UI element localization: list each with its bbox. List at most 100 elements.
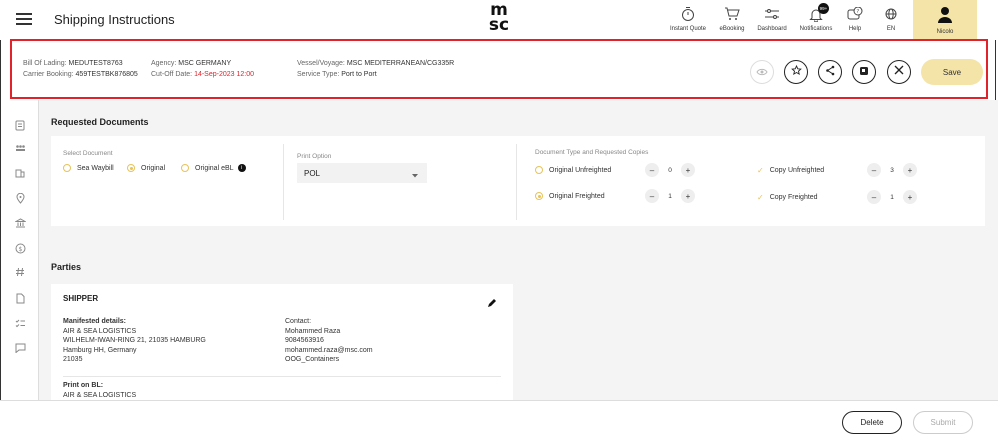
minus-icon[interactable]: – bbox=[867, 190, 881, 204]
page-title: Shipping Instructions bbox=[54, 12, 175, 27]
vessel-value: MSC MEDITERRANEAN/CG335R bbox=[346, 60, 455, 67]
agency-value: MSC GERMANY bbox=[178, 60, 232, 67]
nav-ebooking[interactable]: eBooking bbox=[714, 0, 750, 40]
delete-button[interactable]: Delete bbox=[842, 411, 902, 434]
sidebar-location-icon[interactable] bbox=[14, 192, 26, 204]
nav-dashboard[interactable]: Dashboard bbox=[752, 0, 792, 40]
radio-icon bbox=[535, 166, 543, 174]
print-option-label: Print Option bbox=[297, 153, 332, 160]
sidebar-comment-icon[interactable] bbox=[14, 342, 26, 354]
hamburger-menu-icon[interactable] bbox=[16, 13, 32, 25]
carrier-booking-value: 459TESTBK876805 bbox=[75, 71, 138, 78]
stopwatch-icon bbox=[679, 5, 697, 23]
contact-details: Contact: Mohammed Raza 9084563916 mohamm… bbox=[285, 318, 373, 363]
original-unfreighted-option[interactable]: Original Unfreighted bbox=[535, 166, 611, 174]
document-icon bbox=[859, 63, 869, 81]
svg-text:?: ? bbox=[857, 9, 860, 15]
copy-freighted-stepper[interactable]: –1 + bbox=[867, 190, 917, 204]
eye-icon bbox=[756, 63, 768, 81]
edit-pencil-icon[interactable] bbox=[487, 295, 497, 313]
print-option-value: POL bbox=[304, 169, 321, 178]
shipper-title: SHIPPER bbox=[63, 294, 99, 303]
user-name: Nicolo bbox=[936, 29, 954, 35]
close-icon bbox=[893, 63, 905, 81]
share-button[interactable] bbox=[818, 60, 842, 84]
sidebar-documents-icon[interactable] bbox=[14, 119, 26, 131]
minus-icon[interactable]: – bbox=[867, 163, 881, 177]
plus-icon[interactable]: + bbox=[903, 190, 917, 204]
chevron-down-icon bbox=[412, 171, 418, 180]
requested-documents-card: Select Document Sea Waybill Original Ori… bbox=[51, 136, 985, 226]
nav-label: EN bbox=[886, 26, 896, 32]
radio-sea-waybill[interactable]: Sea Waybill bbox=[63, 164, 114, 172]
check-icon: ✓ bbox=[757, 166, 764, 175]
divider bbox=[516, 144, 517, 220]
save-button[interactable]: Save bbox=[921, 59, 983, 85]
vessel-info: Vessel/Voyage: MSC MEDITERRANEAN/CG335R … bbox=[297, 60, 455, 78]
nav-notifications[interactable]: 99+ Notifications bbox=[794, 0, 838, 40]
plus-icon[interactable]: + bbox=[903, 163, 917, 177]
nav-instant-quote[interactable]: Instant Quote bbox=[666, 0, 710, 40]
check-icon: ✓ bbox=[757, 193, 764, 202]
plus-icon[interactable]: + bbox=[681, 189, 695, 203]
divider bbox=[63, 376, 501, 377]
copy-unfreighted-stepper[interactable]: –3 + bbox=[867, 163, 917, 177]
submit-button[interactable]: Submit bbox=[913, 411, 973, 434]
preview-button[interactable] bbox=[750, 60, 774, 84]
original-freighted-stepper[interactable]: –1 + bbox=[645, 189, 695, 203]
sidebar-parties-icon[interactable] bbox=[14, 142, 26, 154]
notification-badge: 99+ bbox=[818, 3, 829, 14]
parties-heading: Parties bbox=[51, 262, 82, 272]
sidebar-dollar-icon[interactable]: $ bbox=[14, 242, 26, 254]
help-icon: ? bbox=[846, 5, 864, 23]
user-icon bbox=[937, 6, 953, 26]
bol-value: MEDUTEST8763 bbox=[68, 60, 123, 67]
shipment-info-bar: Bill Of Lading: MEDUTEST8763 Carrier Boo… bbox=[10, 39, 988, 99]
copy-freighted-option[interactable]: ✓ Copy Freighted bbox=[757, 193, 818, 202]
sidebar-checklist-icon[interactable] bbox=[14, 317, 26, 329]
copy-unfreighted-option[interactable]: ✓ Copy Unfreighted bbox=[757, 166, 824, 175]
sidebar-building-icon[interactable] bbox=[14, 167, 26, 179]
bol-info: Bill Of Lading: MEDUTEST8763 Carrier Boo… bbox=[23, 60, 138, 78]
star-icon bbox=[790, 63, 802, 81]
minus-icon[interactable]: – bbox=[645, 189, 659, 203]
minus-icon[interactable]: – bbox=[645, 163, 659, 177]
plus-icon[interactable]: + bbox=[681, 163, 695, 177]
nav-language[interactable]: EN bbox=[880, 0, 902, 40]
cutoff-date-value: 14-Sep-2023 12:00 bbox=[194, 71, 254, 78]
top-header: Shipping Instructions m sc Instant Quote … bbox=[0, 0, 998, 40]
favorite-button[interactable] bbox=[784, 60, 808, 84]
nav-label: Dashboard bbox=[757, 26, 787, 32]
globe-icon bbox=[882, 5, 900, 23]
agency-info: Agency: MSC GERMANY Cut-Off Date: 14-Sep… bbox=[151, 60, 254, 78]
bell-icon: 99+ bbox=[807, 3, 829, 23]
radio-icon bbox=[63, 164, 71, 172]
user-menu[interactable]: Nicolo bbox=[913, 0, 977, 40]
manifested-details: Manifested details: AIR & SEA LOGISTICS … bbox=[63, 318, 206, 363]
svg-text:$: $ bbox=[18, 246, 22, 253]
nav-help[interactable]: ? Help bbox=[842, 0, 868, 40]
sidebar-hash-icon[interactable] bbox=[14, 266, 26, 278]
sidebar-file-icon[interactable] bbox=[14, 292, 26, 304]
select-document-label: Select Document bbox=[63, 150, 113, 157]
sidebar-bank-icon[interactable] bbox=[14, 217, 26, 229]
print-option-select[interactable]: POL bbox=[297, 163, 427, 183]
document-button[interactable] bbox=[852, 60, 876, 84]
nav-label: Help bbox=[848, 26, 862, 32]
bottom-action-bar: Delete Submit bbox=[0, 400, 998, 443]
info-icon[interactable]: i bbox=[237, 164, 246, 172]
nav-label: eBooking bbox=[719, 26, 745, 32]
original-unfreighted-stepper[interactable]: –0 + bbox=[645, 163, 695, 177]
radio-icon bbox=[535, 192, 543, 200]
requested-documents-heading: Requested Documents bbox=[51, 117, 149, 127]
print-on-bl: Print on BL: AIR & SEA LOGISTICS bbox=[63, 382, 137, 399]
original-freighted-option[interactable]: Original Freighted bbox=[535, 192, 605, 200]
close-button[interactable] bbox=[887, 60, 911, 84]
shipper-card: SHIPPER Manifested details: AIR & SEA LO… bbox=[51, 284, 513, 400]
msc-logo[interactable]: m sc bbox=[483, 2, 515, 34]
nav-label: Instant Quote bbox=[669, 26, 707, 32]
radio-icon bbox=[127, 164, 135, 172]
cart-icon bbox=[723, 5, 741, 23]
radio-original[interactable]: Original bbox=[127, 164, 165, 172]
radio-original-ebl[interactable]: Original eBL i bbox=[181, 164, 246, 172]
